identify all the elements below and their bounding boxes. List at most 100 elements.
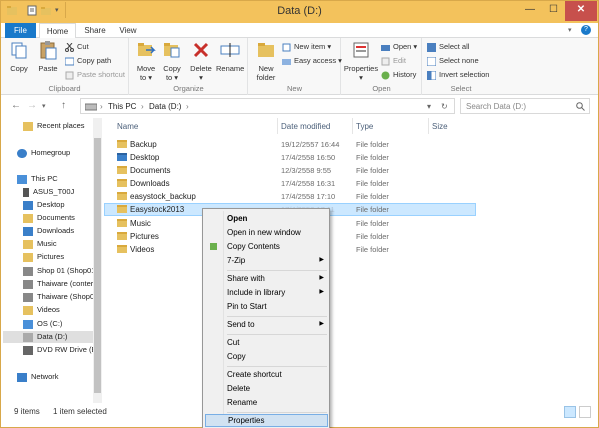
nav-item-label: OS (C:) (37, 319, 63, 328)
maximize-button[interactable]: ☐ (542, 1, 565, 21)
select-all-button[interactable]: Select all (427, 41, 469, 52)
menu-item-include-in-library[interactable]: Include in library ▶ (205, 286, 328, 299)
column-separator[interactable] (428, 118, 429, 134)
easy-access-button[interactable]: Easy access ▾ (282, 55, 342, 66)
clipboard-group: Copy Paste Cut Copy path Paste shortcut … (1, 38, 129, 95)
paste-shortcut-button[interactable]: Paste shortcut (65, 69, 125, 80)
edit-button[interactable]: Edit (381, 55, 406, 66)
search-input[interactable]: Search Data (D:) (460, 98, 590, 114)
menu-item-send-to[interactable]: Send to ▶ (205, 318, 328, 331)
menu-item-open[interactable]: Open (205, 212, 328, 225)
new-folder-button[interactable]: New folder (252, 40, 280, 82)
menu-item-properties[interactable]: Properties (205, 414, 328, 427)
help-icon[interactable]: ? (581, 25, 591, 35)
nav-item-dvd-e[interactable]: DVD RW Drive (E: (23, 344, 99, 356)
select-none-button[interactable]: Select none (427, 55, 479, 66)
breadcrumb-this-pc[interactable]: This PC (108, 102, 136, 111)
delete-button[interactable]: Delete ▾ (189, 40, 213, 82)
table-row[interactable]: Downloads 17/4/2558 16:31 File folder (104, 177, 476, 190)
details-view-icon[interactable] (564, 406, 576, 418)
up-button[interactable]: ↑ (61, 100, 66, 111)
tab-view[interactable]: View (113, 23, 143, 38)
nav-item-shop01[interactable]: Shop 01 (Shop01 (23, 265, 95, 277)
properties-label: Properties (343, 64, 379, 73)
column-header-name[interactable]: Name (117, 122, 138, 131)
copy-to-button[interactable]: Copy to ▾ (160, 40, 184, 82)
menu-item-7zip[interactable]: 7-Zip ▶ (205, 254, 328, 267)
invert-selection-icon (427, 70, 436, 80)
menu-item-cut[interactable]: Cut (205, 336, 328, 349)
file-type: File folder (356, 179, 389, 188)
nav-item-videos[interactable]: Videos (23, 304, 60, 316)
column-separator[interactable] (277, 118, 278, 134)
paste-button[interactable]: Paste (35, 40, 61, 73)
move-to-label-2: to ▾ (139, 73, 153, 82)
address-bar[interactable]: › This PC › Data (D:) › ▾ ↻ (80, 98, 455, 114)
recent-places-icon (23, 121, 33, 131)
recent-locations-button[interactable]: ▾ (42, 102, 46, 110)
nav-item-thaiware-conter[interactable]: Thaiware (conter (23, 278, 93, 290)
column-header-size[interactable]: Size (432, 122, 448, 131)
copy-to-label-2: to ▾ (165, 73, 179, 82)
breadcrumb-data-d[interactable]: Data (D:) (149, 102, 181, 111)
new-item-button[interactable]: New item ▾ (282, 41, 331, 52)
column-header-date[interactable]: Date modified (281, 122, 330, 131)
forward-button[interactable]: → (27, 100, 37, 111)
column-separator[interactable] (352, 118, 353, 134)
nav-scrollbar-thumb[interactable] (94, 138, 101, 393)
close-button[interactable]: ✕ (565, 1, 597, 21)
menu-item-share-with[interactable]: Share with ▶ (205, 272, 328, 285)
menu-item-rename[interactable]: Rename (205, 396, 328, 409)
minimize-button[interactable]: — (518, 1, 542, 21)
nav-item-homegroup[interactable]: Homegroup (17, 147, 70, 159)
copy-path-button[interactable]: Copy path (65, 55, 111, 66)
menu-item-copy-contents[interactable]: Copy Contents (205, 240, 328, 253)
tab-home[interactable]: Home (39, 23, 76, 39)
large-icons-view-icon[interactable] (579, 406, 591, 418)
menu-item-open-new-window[interactable]: Open in new window (205, 226, 328, 239)
nav-item-downloads[interactable]: Downloads (23, 225, 74, 237)
nav-item-label: Network (31, 372, 59, 381)
file-type: File folder (356, 245, 389, 254)
ribbon: Copy Paste Cut Copy path Paste shortcut … (1, 38, 598, 95)
nav-scrollbar[interactable] (93, 118, 102, 403)
nav-item-os-c[interactable]: OS (C:) (23, 318, 62, 330)
table-row[interactable]: Documents 12/3/2558 9:55 File folder (104, 164, 476, 177)
invert-selection-button[interactable]: Invert selection (427, 69, 489, 80)
nav-item-network[interactable]: Network (17, 371, 59, 383)
tab-file[interactable]: File (5, 23, 36, 38)
nav-item-documents[interactable]: Documents (23, 212, 75, 224)
menu-item-create-shortcut[interactable]: Create shortcut (205, 368, 328, 381)
menu-item-pin-to-start[interactable]: Pin to Start (205, 300, 328, 313)
nav-item-desktop[interactable]: Desktop (23, 199, 65, 211)
menu-item-copy[interactable]: Copy (205, 350, 328, 363)
refresh-icon[interactable]: ↻ (441, 102, 448, 111)
search-placeholder: Search Data (D:) (466, 102, 527, 111)
ribbon-expand-icon[interactable]: ▾ (568, 26, 572, 34)
back-button[interactable]: ← (11, 100, 21, 111)
nav-item-this-pc[interactable]: This PC (17, 173, 58, 185)
nav-item-pictures[interactable]: Pictures (23, 251, 64, 263)
tab-share[interactable]: Share (80, 23, 110, 38)
column-header-type[interactable]: Type (356, 122, 373, 131)
nav-item-recent-places[interactable]: Recent places (23, 120, 85, 132)
copy-button[interactable]: Copy (7, 40, 31, 73)
nav-item-thaiware-shop[interactable]: Thaiware (Shop0 (23, 291, 94, 303)
file-type: File folder (356, 153, 389, 162)
table-row[interactable]: easystock_backup 17/4/2558 17:10 File fold… (104, 190, 476, 203)
cut-button[interactable]: Cut (65, 41, 89, 52)
move-to-button[interactable]: Move to ▾ (134, 40, 158, 82)
menu-item-delete[interactable]: Delete (205, 382, 328, 395)
open-button[interactable]: Open ▾ (381, 41, 417, 52)
table-row[interactable]: Desktop 17/4/2558 16:50 File folder (104, 151, 476, 164)
dvd-icon (23, 345, 33, 355)
nav-item-asus-t00j[interactable]: ASUS_T00J (23, 186, 74, 198)
address-dropdown[interactable]: ▾ (427, 102, 431, 111)
nav-item-music[interactable]: Music (23, 238, 57, 250)
table-row[interactable]: Backup 19/12/2557 16:44 File folder (104, 138, 476, 151)
history-button[interactable]: History (381, 69, 416, 80)
properties-button[interactable]: Properties ▾ (343, 40, 379, 82)
nav-item-data-d[interactable]: Data (D:) (3, 331, 93, 343)
network-icon (17, 372, 27, 382)
rename-button[interactable]: Rename (216, 40, 244, 73)
